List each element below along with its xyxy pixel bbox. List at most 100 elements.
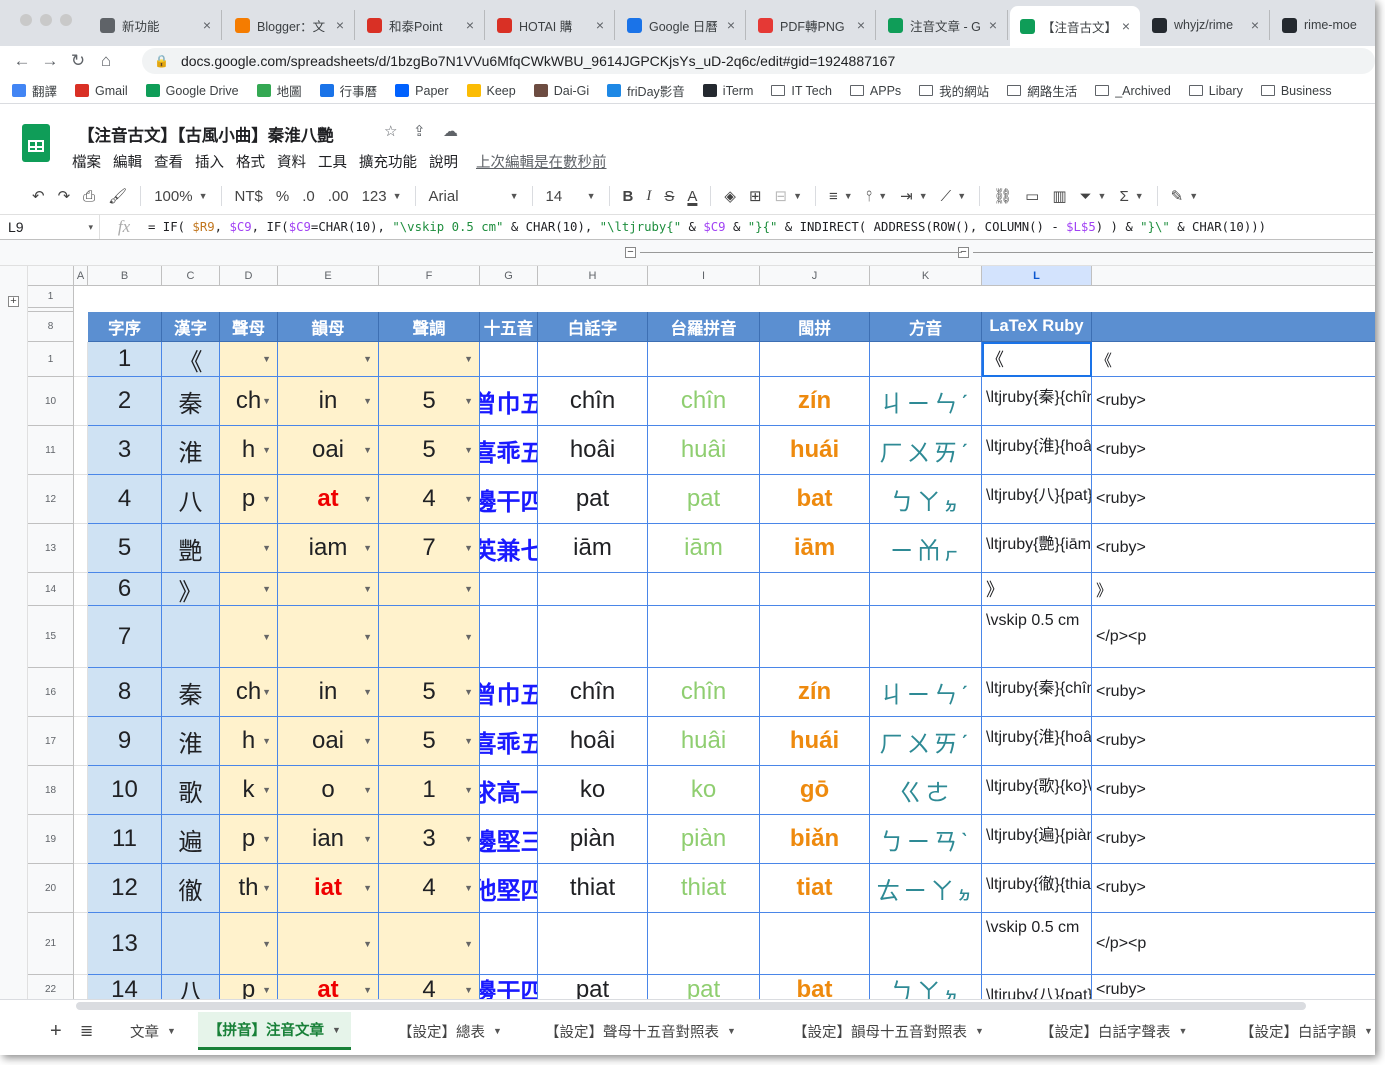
row-header[interactable]: 19: [28, 815, 74, 864]
chevron-down-icon[interactable]: ▼: [262, 687, 271, 697]
empty-cell[interactable]: [74, 975, 88, 999]
html-ruby-cell[interactable]: <ruby>: [1092, 426, 1375, 475]
bookmark-item[interactable]: Libary: [1188, 84, 1243, 98]
chevron-down-icon[interactable]: ▼: [262, 632, 271, 642]
chevron-down-icon[interactable]: ▼: [262, 939, 271, 949]
browser-tab[interactable]: Google 日曆 ×: [617, 10, 746, 40]
tone-dropdown-cell[interactable]: 4 ▼: [379, 864, 480, 913]
chevron-down-icon[interactable]: ▼: [464, 494, 473, 504]
column-header[interactable]: L: [982, 266, 1092, 286]
close-tab-icon[interactable]: ×: [1118, 18, 1134, 34]
row-header[interactable]: 22: [28, 975, 74, 999]
borders-icon[interactable]: ⊞: [749, 187, 762, 205]
chevron-down-icon[interactable]: ▼: [363, 785, 372, 795]
tone-dropdown-cell[interactable]: ▼: [379, 606, 480, 668]
star-icon[interactable]: ☆: [384, 122, 397, 140]
chevron-down-icon[interactable]: ▼: [363, 396, 372, 406]
chevron-down-icon[interactable]: ▼: [464, 785, 473, 795]
chevron-down-icon[interactable]: ▼: [464, 939, 473, 949]
latex-ruby-cell[interactable]: \ltjruby{艷}{iām}\: [982, 524, 1092, 573]
chevron-down-icon[interactable]: ▼: [1364, 1026, 1373, 1036]
browser-tab[interactable]: rime-moe: [1272, 10, 1375, 40]
chevron-down-icon[interactable]: ▼: [464, 396, 473, 406]
chevron-down-icon[interactable]: ▼: [363, 883, 372, 893]
latex-ruby-cell[interactable]: \ltjruby{歌}{ko}\: [982, 766, 1092, 815]
chevron-down-icon[interactable]: ▼: [262, 736, 271, 746]
edit-mode-icon[interactable]: ✎ ▼: [1171, 187, 1199, 205]
browser-tab[interactable]: HOTAI 購 ×: [487, 10, 615, 40]
chevron-down-icon[interactable]: ▼: [262, 834, 271, 844]
row-header[interactable]: 8: [28, 312, 74, 342]
chevron-down-icon[interactable]: ▼: [363, 736, 372, 746]
html-ruby-cell[interactable]: <ruby>: [1092, 864, 1375, 913]
row-header[interactable]: 16: [28, 668, 74, 717]
sheet-tab[interactable]: 【設定】白話字韻 ▼: [1240, 1012, 1373, 1050]
empty-cell[interactable]: [74, 426, 88, 475]
chevron-down-icon[interactable]: ▼: [262, 543, 271, 553]
home-icon[interactable]: ⌂: [92, 51, 120, 71]
sheet-tab[interactable]: 文章 ▼: [130, 1012, 176, 1050]
document-title[interactable]: 【注音古文】【古風小曲】秦淮八艷: [78, 122, 334, 146]
sheet-tab[interactable]: 【拼音】注音文章 ▼: [198, 1012, 351, 1050]
initial-dropdown-cell[interactable]: ▼: [220, 573, 278, 606]
close-window-dot[interactable]: [20, 14, 32, 26]
menu-item[interactable]: 插入: [195, 151, 224, 172]
html-ruby-cell[interactable]: <ruby>: [1092, 815, 1375, 864]
initial-dropdown-cell[interactable]: ▼: [220, 606, 278, 668]
chevron-down-icon[interactable]: ▼: [262, 883, 271, 893]
latex-ruby-cell[interactable]: \ltjruby{淮}{hoâi}\: [982, 717, 1092, 766]
menu-item[interactable]: 查看: [154, 151, 183, 172]
menu-item[interactable]: 資料: [277, 151, 306, 172]
column-header[interactable]: B: [88, 266, 162, 286]
row-header[interactable]: 1: [28, 342, 74, 377]
font-size-select[interactable]: 14 ▼: [546, 188, 596, 205]
percent-format-button[interactable]: %: [276, 188, 289, 205]
row-header[interactable]: 21: [28, 913, 74, 975]
sheets-logo-icon[interactable]: [22, 124, 50, 162]
chevron-down-icon[interactable]: ▼: [464, 445, 473, 455]
close-tab-icon[interactable]: ×: [199, 17, 215, 33]
strikethrough-button[interactable]: S: [664, 188, 674, 205]
html-ruby-cell[interactable]: <ruby>: [1092, 668, 1375, 717]
browser-tab[interactable]: Blogger：文 ×: [225, 10, 355, 40]
chevron-down-icon[interactable]: ▼: [262, 785, 271, 795]
column-header[interactable]: J: [760, 266, 870, 286]
tone-dropdown-cell[interactable]: 4 ▼: [379, 975, 480, 999]
chevron-down-icon[interactable]: ▼: [363, 494, 372, 504]
merge-cells-icon[interactable]: ⊟ ▼: [775, 187, 803, 205]
latex-ruby-cell[interactable]: \ltjruby{徹}{thiat}\: [982, 864, 1092, 913]
html-ruby-cell[interactable]: <ruby>: [1092, 975, 1375, 999]
latex-ruby-cell[interactable]: \ltjruby{秦}{chîn}\: [982, 668, 1092, 717]
final-dropdown-cell[interactable]: o ▼: [278, 766, 379, 815]
final-dropdown-cell[interactable]: at ▼: [278, 475, 379, 524]
chevron-down-icon[interactable]: ▼: [262, 445, 271, 455]
initial-dropdown-cell[interactable]: p ▼: [220, 975, 278, 999]
initial-dropdown-cell[interactable]: h ▼: [220, 717, 278, 766]
close-tab-icon[interactable]: ×: [723, 17, 739, 33]
bookmark-item[interactable]: 地圖: [256, 81, 302, 100]
paint-format-icon[interactable]: 🖌: [108, 187, 127, 205]
reload-icon[interactable]: ↻: [64, 51, 92, 71]
browser-tab[interactable]: 新功能 ×: [90, 10, 222, 40]
html-ruby-cell[interactable]: <ruby>: [1092, 524, 1375, 573]
chevron-down-icon[interactable]: ▼: [262, 354, 271, 364]
column-header[interactable]: E: [278, 266, 379, 286]
name-box[interactable]: L9: [0, 215, 100, 239]
chevron-down-icon[interactable]: ▼: [464, 985, 473, 995]
chevron-down-icon[interactable]: ▼: [464, 883, 473, 893]
chevron-down-icon[interactable]: ▼: [363, 985, 372, 995]
chevron-down-icon[interactable]: ▼: [363, 445, 372, 455]
row-header[interactable]: 12: [28, 475, 74, 524]
bookmark-item[interactable]: iTerm: [702, 84, 753, 98]
final-dropdown-cell[interactable]: oai ▼: [278, 426, 379, 475]
chevron-down-icon[interactable]: ▼: [464, 543, 473, 553]
row-header[interactable]: 14: [28, 573, 74, 606]
menu-item[interactable]: 格式: [236, 151, 265, 172]
chevron-down-icon[interactable]: ▼: [363, 543, 372, 553]
browser-tab[interactable]: PDF轉PNG ×: [748, 10, 876, 40]
final-dropdown-cell[interactable]: ▼: [278, 913, 379, 975]
chevron-down-icon[interactable]: ▼: [464, 834, 473, 844]
final-dropdown-cell[interactable]: ▼: [278, 342, 379, 377]
close-tab-icon[interactable]: ×: [985, 17, 1001, 33]
bookmark-item[interactable]: 我的網站: [919, 81, 989, 100]
